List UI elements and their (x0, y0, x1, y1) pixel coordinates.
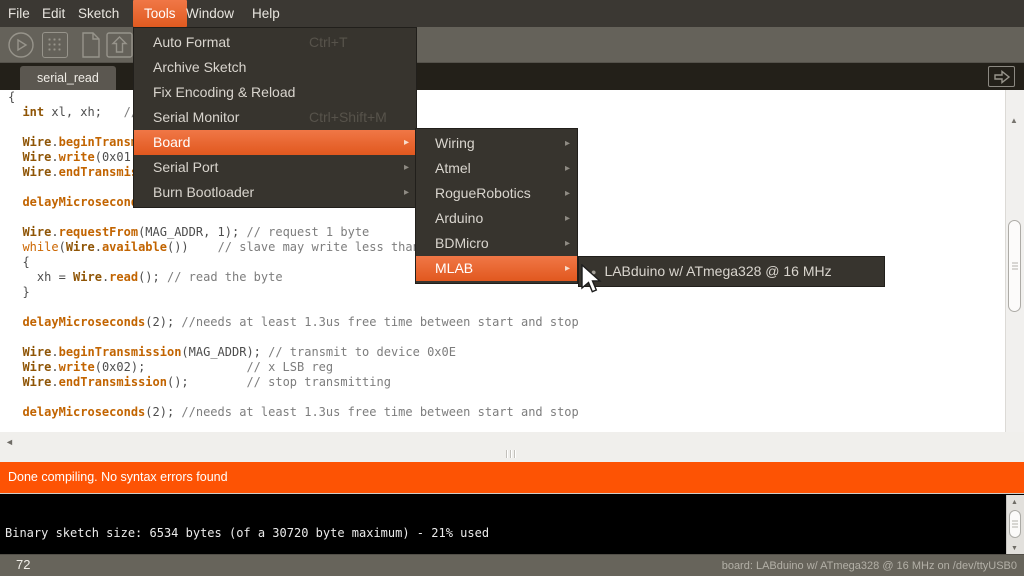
submenu-arrow-icon: ▸ (404, 180, 409, 205)
menu-item-label: Arduino (435, 210, 483, 226)
submenu-arrow-icon: ▸ (565, 131, 570, 156)
menubar-item-help[interactable]: Help (244, 0, 288, 27)
code-line: Wire.beginTransmission(MAG_ADDR); // tra… (0, 345, 1005, 360)
submenu-arrow-icon: ▸ (565, 181, 570, 206)
tools-menu: Auto Format Ctrl+T Archive Sketch Fix Encod… (133, 27, 417, 208)
submenu-arrow-icon: ▸ (565, 256, 570, 281)
status-message: Done compiling. No syntax errors found (8, 470, 228, 484)
code-line: } (0, 285, 1005, 300)
tab-serial-read[interactable]: serial_read (20, 66, 116, 90)
submenu-arrow-icon: ▸ (565, 206, 570, 231)
menu-item-label: RogueRobotics (435, 185, 531, 201)
splitter-handle-icon[interactable] (506, 450, 516, 458)
code-line: Wire.write(0x02); // x LSB reg (0, 360, 1005, 375)
menu-item-label: Wiring (435, 135, 475, 151)
console-scroll-thumb[interactable] (1009, 510, 1021, 538)
menu-item-label: BDMicro (435, 235, 489, 251)
menu-item-label: Board (153, 134, 190, 150)
open-sketch-button[interactable] (106, 32, 133, 58)
scroll-down-icon[interactable]: ▼ (1011, 545, 1018, 552)
menu-item-label: MLAB (435, 260, 473, 276)
menubar-item-edit[interactable]: Edit (34, 0, 73, 27)
code-line: Wire.endTransmission(); // stop transmit… (0, 375, 1005, 390)
new-sketch-button[interactable] (79, 31, 103, 59)
grid-icon (47, 37, 63, 53)
menu-item-bdmicro[interactable]: BDMicro ▸ (416, 231, 577, 256)
menu-item-archive-sketch[interactable]: Archive Sketch (134, 55, 416, 80)
menu-item-serial-port[interactable]: Serial Port ▸ (134, 155, 416, 180)
submenu-arrow-icon: ▸ (565, 231, 570, 256)
menubar-item-window[interactable]: Window (178, 0, 242, 27)
menu-item-atmel[interactable]: Atmel ▸ (416, 156, 577, 181)
code-line (0, 330, 1005, 345)
menu-item-auto-format[interactable]: Auto Format Ctrl+T (134, 30, 416, 55)
menu-item-roguerobotics[interactable]: RogueRobotics ▸ (416, 181, 577, 206)
scroll-up-icon[interactable]: ▲ (1010, 116, 1018, 125)
menu-item-label: Burn Bootloader (153, 184, 254, 200)
menu-item-label: Auto Format (153, 34, 230, 50)
menu-item-label: Atmel (435, 160, 471, 176)
menu-item-fix-encoding-reload[interactable]: Fix Encoding & Reload (134, 80, 416, 105)
editor-bottom-strip: ◄ (0, 432, 1024, 462)
menubar-item-file[interactable]: File (0, 0, 38, 27)
submenu-arrow-icon: ▸ (404, 155, 409, 180)
menu-item-label: LABduino w/ ATmega328 @ 16 MHz (604, 263, 831, 279)
status-bar: Done compiling. No syntax errors found (0, 462, 1024, 493)
menu-item-mlab[interactable]: MLAB ▸ (416, 256, 577, 281)
menu-item-labduino-w-atmega328-16-mhz[interactable]: ●LABduino w/ ATmega328 @ 16 MHz (579, 259, 884, 284)
editor-vertical-scrollbar[interactable]: ▲ (1005, 90, 1024, 432)
mlab-submenu: ●LABduino w/ ATmega328 @ 16 MHz (578, 256, 885, 287)
menu-item-burn-bootloader[interactable]: Burn Bootloader ▸ (134, 180, 416, 205)
footer-status-bar: 72 board: LABduino w/ ATmega328 @ 16 MHz… (0, 554, 1024, 576)
verify-button[interactable] (6, 30, 36, 60)
scroll-left-icon[interactable]: ◄ (5, 437, 14, 447)
code-line: delayMicroseconds(2); //needs at least 1… (0, 315, 1005, 330)
shortcut-label: Ctrl+Shift+M (309, 105, 387, 130)
board-submenu: Wiring▸Atmel▸RogueRobotics▸Arduino▸BDMic… (415, 128, 578, 284)
grip-icon (1012, 519, 1018, 530)
menu-item-wiring[interactable]: Wiring ▸ (416, 131, 577, 156)
tab-menu-button[interactable] (988, 66, 1015, 87)
console-output: Binary sketch size: 6534 bytes (of a 307… (5, 526, 489, 540)
board-info: board: LABduino w/ ATmega328 @ 16 MHz on… (722, 560, 1017, 572)
menubar-item-sketch[interactable]: Sketch (70, 0, 127, 27)
menu-item-serial-monitor[interactable]: Serial Monitor Ctrl+Shift+M (134, 105, 416, 130)
mouse-cursor (580, 264, 604, 301)
editor-scroll-thumb[interactable] (1008, 220, 1021, 312)
console: Binary sketch size: 6534 bytes (of a 307… (0, 493, 1024, 554)
submenu-arrow-icon: ▸ (565, 156, 570, 181)
right-arrow-icon (991, 69, 1013, 85)
menu-item-label: Archive Sketch (153, 59, 246, 75)
code-line (0, 300, 1005, 315)
menu-item-label: Serial Port (153, 159, 218, 175)
grip-icon (1012, 261, 1018, 272)
code-line (0, 390, 1005, 405)
menu-item-arduino[interactable]: Arduino ▸ (416, 206, 577, 231)
menu-item-label: Fix Encoding & Reload (153, 84, 295, 100)
scroll-up-icon[interactable]: ▲ (1011, 499, 1018, 506)
console-scrollbar[interactable]: ▲ ▼ (1006, 495, 1024, 555)
line-number: 72 (16, 557, 30, 572)
menu-item-board[interactable]: Board ▸ (134, 130, 416, 155)
stop-button[interactable] (42, 32, 68, 58)
shortcut-label: Ctrl+T (309, 30, 348, 55)
submenu-arrow-icon: ▸ (404, 130, 409, 155)
menu-item-label: Serial Monitor (153, 109, 239, 125)
menubar: FileEditSketchToolsWindowHelp (0, 0, 1024, 27)
code-line: delayMicroseconds(2); //needs at least 1… (0, 405, 1005, 420)
